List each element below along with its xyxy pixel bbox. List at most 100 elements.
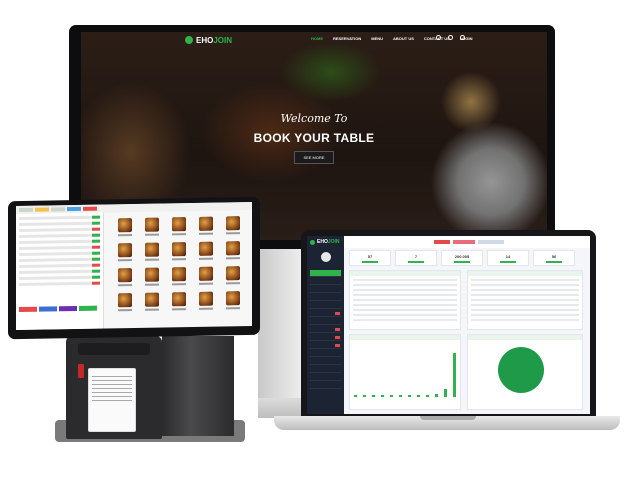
menu-item[interactable] (112, 243, 139, 262)
see-more-button[interactable]: SEE MORE (294, 151, 334, 164)
food-image (171, 267, 186, 282)
order-line[interactable] (19, 263, 100, 269)
sidebar-item[interactable] (310, 294, 341, 301)
order-line[interactable] (19, 227, 100, 233)
sidebar-item[interactable] (310, 350, 341, 357)
order-line[interactable] (19, 221, 100, 227)
sidebar-item[interactable] (310, 318, 341, 325)
sidebar-item[interactable] (310, 342, 341, 349)
sidebar-item[interactable] (310, 286, 341, 293)
order-line[interactable] (19, 245, 100, 251)
pie-slice (498, 347, 544, 393)
stat-card: 14 (487, 250, 529, 266)
menu-item[interactable] (192, 291, 219, 310)
menu-item[interactable] (192, 266, 219, 285)
laptop-notch (420, 416, 476, 420)
sidebar-item[interactable] (310, 326, 341, 333)
order-line[interactable] (19, 215, 100, 221)
avatar[interactable] (320, 252, 331, 262)
hero-section: Welcome To BOOK YOUR TABLE SEE MORE (81, 112, 547, 164)
menu-item[interactable] (219, 291, 246, 310)
pos-action-buttons (19, 305, 97, 313)
food-image (145, 242, 160, 257)
stat-card: 56 (533, 250, 575, 266)
product-showcase: EHO JOIN HOME RESERVATION MENU ABOUT US C… (0, 0, 636, 477)
order-line[interactable] (19, 233, 100, 239)
count-badge (335, 336, 340, 339)
topbar-button[interactable] (478, 240, 504, 244)
menu-item[interactable] (166, 217, 193, 236)
menu-item[interactable] (112, 218, 139, 237)
pos-tab[interactable] (83, 206, 97, 211)
menu-item[interactable] (219, 241, 246, 260)
pos-stand (162, 336, 234, 436)
nav-menu[interactable]: MENU (371, 36, 383, 41)
nav-reservation[interactable]: RESERVATION (333, 36, 361, 41)
website-nav: EHO JOIN HOME RESERVATION MENU ABOUT US C… (81, 32, 547, 48)
menu-item[interactable] (166, 292, 193, 311)
user-icon[interactable] (448, 35, 453, 40)
sidebar-item[interactable] (310, 374, 341, 381)
topbar-button[interactable] (434, 240, 450, 244)
menu-item[interactable] (166, 267, 193, 286)
chart-bars (354, 353, 456, 397)
stat-card: 7 (395, 250, 437, 266)
pos-action-button[interactable] (19, 306, 37, 313)
power-button[interactable] (78, 364, 84, 378)
menu-item[interactable] (112, 293, 139, 312)
menu-item[interactable] (139, 267, 166, 286)
sidebar-item[interactable] (310, 302, 341, 309)
sidebar-item[interactable] (310, 366, 341, 373)
pos-tab[interactable] (19, 207, 33, 213)
nav-home[interactable]: HOME (311, 36, 323, 41)
food-image (225, 241, 240, 256)
food-image (118, 243, 133, 258)
menu-item[interactable] (139, 242, 166, 261)
topbar-button[interactable] (453, 240, 475, 244)
menu-item[interactable] (139, 217, 166, 236)
website-logo[interactable]: EHO JOIN (185, 36, 232, 45)
menu-item[interactable] (219, 266, 246, 285)
dashboard-logo[interactable]: EHO JOIN (307, 236, 344, 248)
order-line[interactable] (19, 269, 100, 275)
food-image (225, 216, 240, 231)
food-image (198, 291, 213, 306)
menu-item[interactable] (139, 292, 166, 311)
pos-action-button[interactable] (59, 305, 77, 312)
cart-icon[interactable] (460, 35, 465, 40)
pos-tab[interactable] (35, 207, 49, 212)
pos-tab[interactable] (67, 206, 81, 212)
menu-item[interactable] (166, 242, 193, 261)
pos-action-button[interactable] (79, 305, 97, 311)
chart-bar (417, 395, 420, 397)
sidebar-item[interactable] (310, 382, 341, 389)
sidebar-item[interactable] (310, 310, 341, 317)
menu-item[interactable] (192, 241, 219, 260)
sidebar-item[interactable] (310, 278, 341, 285)
order-line[interactable] (19, 257, 100, 263)
order-panel (16, 212, 104, 331)
menu-item[interactable] (192, 216, 219, 235)
search-icon[interactable] (436, 35, 441, 40)
nav-about-us[interactable]: ABOUT US (393, 36, 414, 41)
chart-bar (444, 389, 447, 397)
chart-bar (363, 395, 366, 397)
menu-item[interactable] (112, 268, 139, 287)
pos-tab[interactable] (51, 207, 65, 212)
sidebar-item[interactable] (310, 270, 341, 277)
order-line[interactable] (19, 251, 100, 257)
menu-item[interactable] (219, 216, 246, 235)
order-line[interactable] (19, 239, 100, 245)
hero-welcome: Welcome To (280, 112, 348, 125)
stat-card: 57 (349, 250, 391, 266)
nav-icons (436, 35, 465, 40)
sidebar-item[interactable] (310, 358, 341, 365)
logo-leaf-icon (310, 239, 315, 245)
sidebar-item[interactable] (310, 334, 341, 341)
reservations-table (467, 270, 583, 330)
order-line[interactable] (19, 281, 100, 287)
menu-item-grid (112, 216, 246, 312)
order-line[interactable] (19, 275, 100, 281)
pos-action-button[interactable] (39, 306, 57, 312)
chart-bar (408, 395, 411, 397)
